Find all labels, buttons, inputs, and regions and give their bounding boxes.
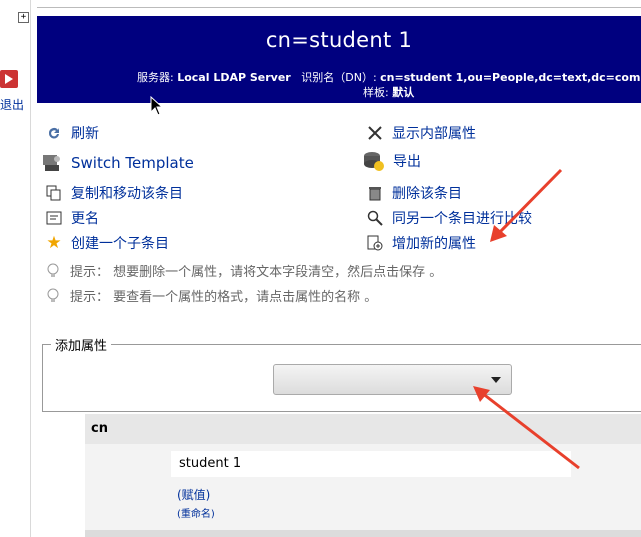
rename-label[interactable]: 更名 xyxy=(71,208,99,228)
copy-icon xyxy=(45,184,63,202)
next-attribute-bar xyxy=(85,530,641,537)
rename-action[interactable]: 更名 xyxy=(45,208,99,228)
hint-delete-attribute: 提示： 想要删除一个属性，请将文本字段清空，然后点击保存 。 xyxy=(46,261,442,280)
export-action[interactable]: 导出 xyxy=(363,150,421,172)
attribute-select[interactable] xyxy=(273,364,512,395)
refresh-action[interactable]: 刷新 xyxy=(45,123,99,143)
switch-template-action[interactable]: Switch Template xyxy=(41,152,194,174)
chevron-down-icon xyxy=(491,377,501,383)
page-title: cn=student 1 xyxy=(265,28,413,52)
logout-label[interactable]: 退出 xyxy=(0,96,24,113)
server-dn-line: 服务器: Local LDAP Server 识别名（DN）: cn=stude… xyxy=(137,69,640,85)
create-child-label[interactable]: 创建一个子条目 xyxy=(71,233,169,253)
add-attribute-action[interactable]: 增加新的属性 xyxy=(366,233,476,253)
template-label: 样板: xyxy=(363,86,389,99)
switch-template-icon xyxy=(41,152,63,174)
hint-text-2: 提示： 要查看一个属性的格式，请点击属性的名称 。 xyxy=(70,290,378,305)
lightbulb-icon xyxy=(46,288,62,304)
template-value: 默认 xyxy=(392,86,415,99)
rename-icon xyxy=(45,209,63,227)
server-label: 服务器: xyxy=(137,71,174,84)
arrow-to-add-attribute xyxy=(490,168,563,242)
lightbulb-icon xyxy=(46,263,62,279)
hint-view-format: 提示： 要查看一个属性的格式，请点击属性的名称 。 xyxy=(46,286,377,305)
create-child-action[interactable]: ★ 创建一个子条目 xyxy=(45,233,169,253)
rename-attribute-link[interactable]: (重命名) xyxy=(177,505,215,520)
dn-value: cn=student 1,ou=People,dc=text,dc=com xyxy=(380,71,641,84)
magnifier-icon xyxy=(366,209,384,227)
switch-template-label[interactable]: Switch Template xyxy=(71,154,194,172)
show-internal-action[interactable]: 显示内部属性 xyxy=(366,123,476,143)
logout-icon[interactable] xyxy=(0,70,18,88)
attribute-name[interactable]: cn xyxy=(85,414,641,444)
tools-icon xyxy=(366,124,384,142)
compare-label[interactable]: 同另一个条目进行比较 xyxy=(392,208,532,228)
entry-header: cn=student 1 服务器: Local LDAP Server 识别名（… xyxy=(37,16,641,103)
assign-value-link[interactable]: (赋值) xyxy=(177,486,210,503)
server-value: Local LDAP Server xyxy=(177,71,291,84)
add-attribute-label[interactable]: 增加新的属性 xyxy=(392,233,476,253)
copy-move-action[interactable]: 复制和移动该条目 xyxy=(45,183,183,203)
delete-action[interactable]: 删除该条目 xyxy=(366,183,462,203)
hint-text-1: 提示： 想要删除一个属性，请将文本字段清空，然后点击保存 。 xyxy=(70,265,443,280)
delete-label[interactable]: 删除该条目 xyxy=(392,183,462,203)
export-label[interactable]: 导出 xyxy=(393,151,421,171)
left-tree-panel: + 退出 xyxy=(0,0,31,537)
star-icon: ★ xyxy=(46,233,62,253)
expand-node-button[interactable]: + xyxy=(18,12,29,23)
add-attribute-icon xyxy=(366,234,384,252)
attribute-value-field[interactable]: student 1 xyxy=(171,451,571,477)
export-icon xyxy=(363,150,385,172)
show-internal-label[interactable]: 显示内部属性 xyxy=(392,123,476,143)
add-attribute-legend: 添加属性 xyxy=(51,335,112,354)
template-line: 样板: 默认 xyxy=(363,84,414,100)
top-divider xyxy=(37,0,641,8)
mouse-cursor-icon xyxy=(150,96,164,116)
trash-icon xyxy=(366,184,384,202)
refresh-label[interactable]: 刷新 xyxy=(71,123,99,143)
dn-label: 识别名（DN）: xyxy=(301,71,377,84)
copy-move-label[interactable]: 复制和移动该条目 xyxy=(71,183,183,203)
refresh-icon xyxy=(45,124,63,142)
compare-action[interactable]: 同另一个条目进行比较 xyxy=(366,208,532,228)
